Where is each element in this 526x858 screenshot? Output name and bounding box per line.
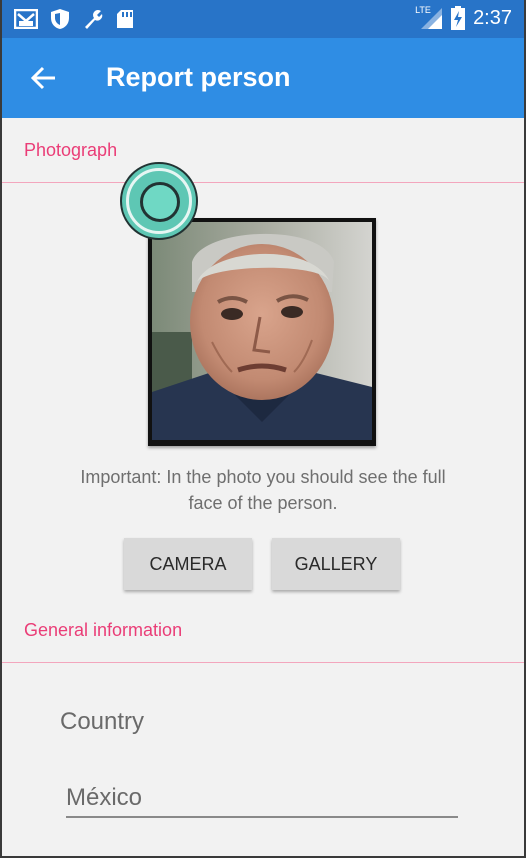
system-icons: LTE 2:37 — [415, 5, 512, 30]
camera-button[interactable]: CAMERA — [124, 538, 252, 590]
signal-icon: LTE — [415, 5, 443, 30]
clock: 2:37 — [473, 6, 512, 29]
shield-icon — [51, 9, 69, 29]
screen: LTE 2:37 Report person Photograph Import… — [2, 0, 524, 856]
person-photo-image — [152, 222, 372, 440]
back-button[interactable] — [26, 60, 62, 96]
arrow-back-icon — [31, 66, 55, 90]
touch-indicator-icon — [120, 162, 198, 240]
country-field[interactable] — [66, 780, 458, 818]
sd-card-icon — [117, 10, 133, 28]
touch-dot — [140, 182, 180, 222]
country-label: Country — [60, 708, 145, 735]
wrench-icon — [85, 10, 103, 30]
notification-icons — [14, 8, 134, 30]
section-header-general-information: General information — [2, 598, 524, 663]
photo-instruction: Important: In the photo you should see t… — [80, 467, 446, 513]
person-photo[interactable] — [148, 218, 376, 446]
gallery-button[interactable]: GALLERY — [272, 538, 400, 590]
status-bar: LTE 2:37 — [2, 0, 524, 38]
page-title: Report person — [106, 62, 291, 92]
battery-charging-icon — [451, 6, 466, 30]
section-title-general-information: General information — [24, 620, 183, 640]
network-type: LTE — [415, 5, 431, 15]
gmail-icon — [14, 9, 38, 29]
section-header-photograph: Photograph — [2, 118, 524, 183]
app-bar: Report person — [2, 38, 524, 118]
section-title-photograph: Photograph — [24, 140, 118, 160]
